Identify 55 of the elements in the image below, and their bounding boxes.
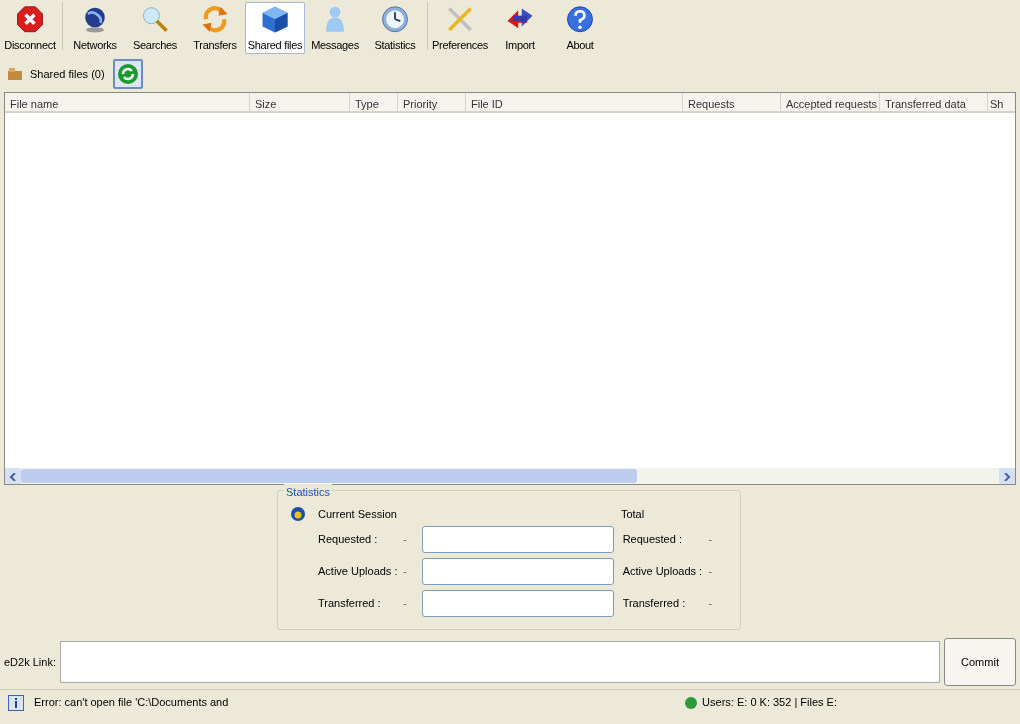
toolbar-button[interactable]: Preferences [430,2,490,54]
toolbar-button[interactable]: Import [490,2,550,54]
stat-field[interactable] [422,525,614,553]
scroll-left-button[interactable] [5,468,21,484]
toolbar-button[interactable]: Statistics [365,2,425,54]
stat-label: Active Uploads : [318,563,399,579]
toolbar-button[interactable]: Messages [305,2,365,54]
folder-icon [8,68,22,80]
column-header[interactable]: Sh [988,93,1006,111]
column-header[interactable]: Transferred data [880,93,988,111]
status-message: Error: can't open file 'C:\Documents and [34,695,230,711]
users-count: Users: E: 0 K: 352 | Files E: [702,695,837,711]
network-icon [684,695,699,710]
stat-value: - [708,595,714,611]
column-header[interactable]: Accepted requests [781,93,880,111]
stop-icon [14,5,46,34]
chevron-left-icon [9,472,17,481]
stat-label: Transferred : [318,595,382,611]
stat-field[interactable] [422,557,614,585]
refresh-button[interactable] [112,59,143,89]
commit-button[interactable]: Commit [944,638,1016,686]
toolbar-button[interactable]: Disconnect [0,2,60,54]
stat-value: - [708,563,714,579]
clock-icon [379,5,411,34]
stat-label: Active Uploads : [622,563,704,579]
info-icon [8,694,24,711]
stat-field[interactable] [422,589,614,617]
toolbar-button[interactable]: Searches [125,2,185,54]
stat-label: Requested : [318,531,379,547]
column-header[interactable]: Priority [398,93,466,111]
toolbar-button[interactable]: Shared files [245,2,305,54]
scrollbar-thumb[interactable] [21,469,638,483]
stat-label: Transferred : [622,595,687,611]
stat-value: - [402,531,408,547]
link-field[interactable] [60,641,940,683]
stat-value: - [708,531,714,547]
section-title: Current Session [318,506,397,522]
column-header[interactable]: Requests [683,93,781,111]
globe-icon [290,506,306,522]
chevron-right-icon [1003,472,1011,481]
column-header[interactable]: Type [350,93,398,111]
column-header[interactable]: File ID [466,93,683,111]
stat-label: Requested : [622,531,683,547]
scroll-right-button[interactable] [999,468,1015,484]
stat-value: - [402,563,408,579]
column-header[interactable]: Size [250,93,350,111]
toolbar-button[interactable]: Networks [65,2,125,54]
help-icon [564,5,596,34]
toolbar-button[interactable]: Transfers [185,2,245,54]
toolbar-button[interactable]: About [550,2,610,54]
section-title: Total [620,506,645,522]
shared-files-label: Shared files (0) [30,66,105,82]
column-header[interactable]: File name [5,93,250,111]
stat-value: - [402,595,408,611]
field-label: eD2k Link: [4,654,56,670]
